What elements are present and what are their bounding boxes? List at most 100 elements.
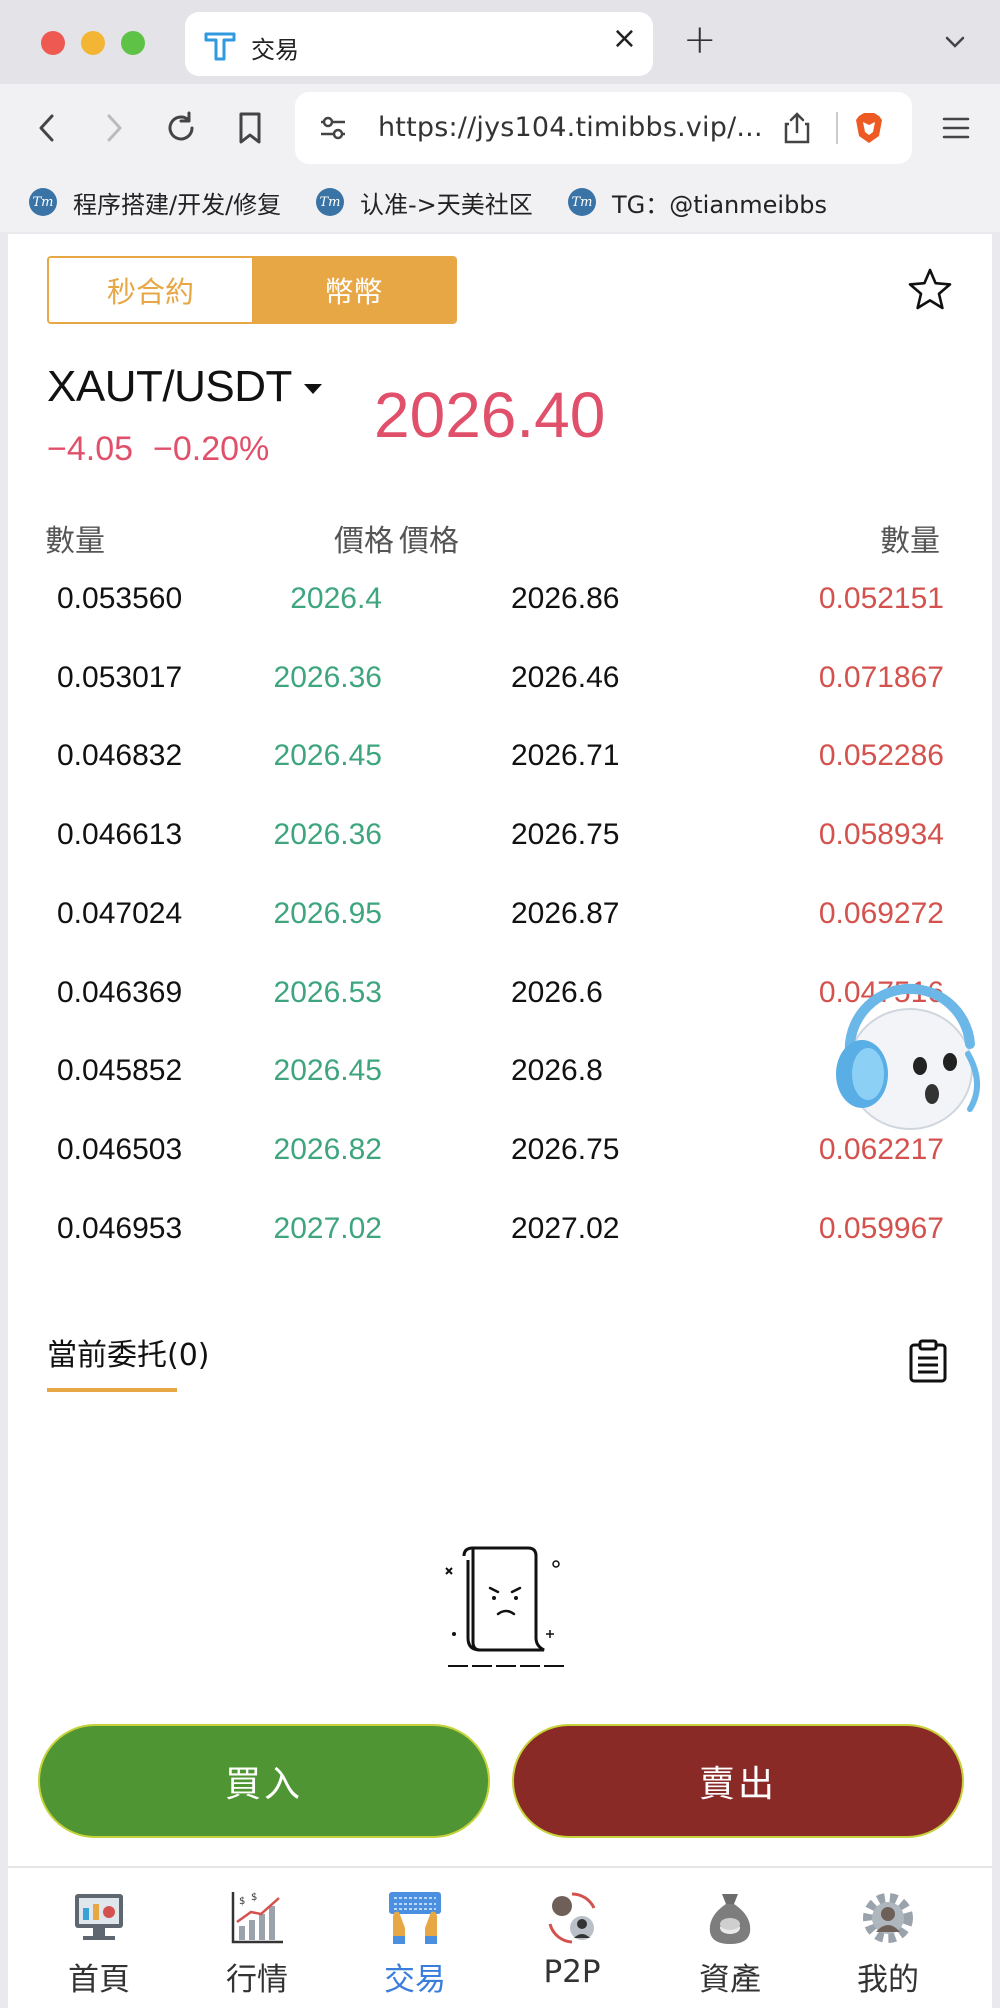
bid-price: 2026.95 bbox=[273, 896, 382, 930]
bid-price: 2027.02 bbox=[273, 1211, 382, 1245]
tm-logo-icon: Tm bbox=[316, 188, 344, 216]
orderbook-row[interactable]: 0.046832 2026.45 2026.71 0.052286 bbox=[8, 739, 992, 818]
share-icon[interactable] bbox=[779, 110, 815, 146]
orderbook-header-ask-price: 價格 bbox=[399, 524, 459, 559]
tab-close-icon[interactable]: × bbox=[612, 24, 637, 54]
trade-icon bbox=[389, 1892, 441, 1944]
ask-price: 2026.6 bbox=[511, 975, 603, 1009]
browser-tab-bar: 交易 × + bbox=[0, 0, 1000, 84]
bookmark-item[interactable]: Tm 程序搭建/开发/修复 bbox=[29, 182, 281, 222]
ask-qty: 0.069272 bbox=[818, 896, 944, 930]
trading-pair-selector[interactable]: XAUT/USDT bbox=[47, 362, 322, 412]
tab-title: 交易 bbox=[251, 36, 299, 64]
address-bar[interactable]: https://jys104.timibbs.vip/... bbox=[295, 92, 912, 164]
url-text: https://jys104.timibbs.vip/... bbox=[378, 112, 763, 143]
favorite-star-icon[interactable] bbox=[906, 266, 954, 314]
bid-qty: 0.053560 bbox=[57, 582, 183, 615]
brave-shield-icon[interactable] bbox=[851, 110, 887, 146]
bid-price: 2026.53 bbox=[273, 975, 382, 1009]
bid-qty: 0.046369 bbox=[57, 975, 183, 1009]
orderbook-row[interactable]: 0.046953 2027.02 2027.02 0.059967 bbox=[8, 1212, 992, 1291]
forward-icon[interactable] bbox=[92, 106, 136, 150]
sell-button[interactable]: 賣出 bbox=[512, 1724, 964, 1838]
orderbook-header-ask-qty: 數量 bbox=[880, 524, 940, 559]
bid-qty: 0.046613 bbox=[57, 818, 183, 852]
tab-current-orders[interactable]: 當前委托(0) bbox=[47, 1330, 210, 1374]
orderbook-header-bid-price: 價格 bbox=[334, 524, 394, 559]
profile-gear-icon bbox=[863, 1893, 913, 1943]
reload-icon[interactable] bbox=[159, 106, 203, 150]
ask-qty: 0.071867 bbox=[818, 660, 944, 694]
bookmark-icon[interactable] bbox=[228, 106, 272, 150]
active-tab-indicator bbox=[47, 1388, 177, 1392]
svg-text:$: $ bbox=[251, 1892, 257, 1903]
customer-service-mascot-icon[interactable] bbox=[820, 974, 990, 1144]
tm-logo-icon: Tm bbox=[568, 188, 596, 216]
nav-trade[interactable]: 交易 bbox=[355, 1878, 475, 2002]
orderbook-row[interactable]: 0.046613 2026.36 2026.75 0.058934 bbox=[8, 818, 992, 897]
ask-qty: 0.052151 bbox=[818, 582, 944, 615]
nav-label: 交易 bbox=[384, 1962, 446, 1998]
ask-qty: 0.058934 bbox=[818, 818, 944, 852]
minimize-window-button[interactable] bbox=[81, 31, 105, 55]
nav-profile[interactable]: 我的 bbox=[828, 1878, 948, 2002]
bid-qty: 0.053017 bbox=[57, 660, 183, 694]
site-favicon-icon bbox=[204, 32, 236, 61]
ask-price: 2026.8 bbox=[511, 1054, 603, 1088]
bookmark-item[interactable]: Tm TG：@tianmeibbs bbox=[568, 182, 827, 222]
bookmark-label: 程序搭建/开发/修复 bbox=[73, 190, 282, 219]
close-window-button[interactable] bbox=[41, 31, 65, 55]
menu-icon[interactable] bbox=[934, 106, 978, 150]
bid-price: 2026.36 bbox=[273, 660, 382, 694]
bookmark-item[interactable]: Tm 认准->天美社区 bbox=[316, 182, 533, 222]
caret-down-icon bbox=[303, 384, 322, 394]
nav-home[interactable]: 首頁 bbox=[39, 1878, 159, 2002]
nav-assets[interactable]: 資產 bbox=[670, 1878, 790, 2002]
bid-price: 2026.45 bbox=[273, 739, 382, 773]
orderbook-row[interactable]: 0.053560 2026.4 2026.86 0.052151 bbox=[8, 582, 992, 661]
bid-qty: 0.045852 bbox=[57, 1054, 183, 1088]
p2p-icon bbox=[548, 1892, 596, 1944]
bid-price: 2026.4 bbox=[290, 582, 382, 615]
bid-qty: 0.046503 bbox=[57, 1132, 183, 1166]
bid-price: 2026.45 bbox=[273, 1054, 382, 1088]
tab-list-chevron-icon[interactable] bbox=[941, 30, 969, 54]
orderbook-row[interactable]: 0.046503 2026.82 2026.75 0.062217 bbox=[8, 1133, 992, 1212]
site-settings-icon[interactable] bbox=[315, 110, 351, 146]
address-bar-divider bbox=[836, 112, 838, 144]
new-tab-icon[interactable]: + bbox=[683, 20, 717, 60]
price-change-pct: −0.20% bbox=[153, 430, 270, 468]
tab-spot[interactable]: 幣幣 bbox=[252, 258, 455, 322]
bid-qty: 0.047024 bbox=[57, 896, 183, 930]
tm-logo-icon: Tm bbox=[29, 188, 57, 216]
nav-label: 首頁 bbox=[68, 1962, 130, 1998]
ask-price: 2026.46 bbox=[511, 660, 620, 694]
ask-price: 2026.71 bbox=[511, 739, 620, 773]
bookmarks-bar: Tm 程序搭建/开发/修复 Tm 认准->天美社区 Tm TG：@tianmei… bbox=[0, 172, 1000, 232]
empty-scroll-icon bbox=[445, 1546, 564, 1667]
bid-price: 2026.36 bbox=[273, 818, 382, 852]
tab-second-contract[interactable]: 秒合約 bbox=[49, 258, 252, 322]
browser-tab[interactable]: 交易 × bbox=[185, 12, 653, 76]
price-change: −4.05 −0.20% bbox=[47, 430, 289, 469]
orderbook-row[interactable]: 0.053017 2026.36 2026.46 0.071867 bbox=[8, 661, 992, 740]
nav-p2p[interactable]: P2P bbox=[512, 1878, 632, 2002]
back-icon[interactable] bbox=[25, 106, 69, 150]
home-icon bbox=[75, 1894, 123, 1940]
nav-market[interactable]: $ $ 行情 bbox=[197, 1878, 317, 2002]
ask-price: 2026.75 bbox=[511, 1132, 620, 1166]
orderbook-row[interactable]: 0.047024 2026.95 2026.87 0.069272 bbox=[8, 897, 992, 976]
ask-qty: 0.052286 bbox=[818, 739, 944, 773]
bottom-navigation: 首頁 $ $ 行情 交易 P2P 資產 我的 bbox=[8, 1866, 992, 2008]
nav-label: 資產 bbox=[699, 1962, 761, 1998]
bookmark-label: 认准->天美社区 bbox=[360, 190, 533, 219]
ask-price: 2027.02 bbox=[511, 1211, 620, 1245]
price-change-abs: −4.05 bbox=[47, 430, 134, 468]
maximize-window-button[interactable] bbox=[121, 31, 145, 55]
buy-button[interactable]: 買入 bbox=[38, 1724, 490, 1838]
svg-text:$: $ bbox=[239, 1896, 245, 1907]
market-chart-icon: $ $ bbox=[231, 1892, 283, 1944]
trading-pair: XAUT/USDT bbox=[47, 362, 292, 411]
order-history-icon[interactable] bbox=[905, 1338, 951, 1384]
bid-price: 2026.82 bbox=[273, 1132, 382, 1166]
